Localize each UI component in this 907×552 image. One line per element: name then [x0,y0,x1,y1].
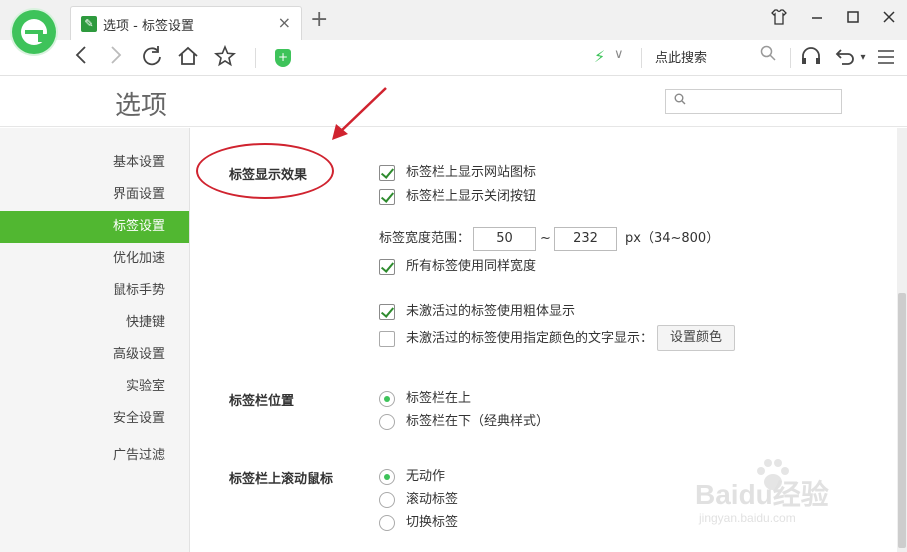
skin-icon[interactable] [768,8,790,30]
sidebar-item-lab[interactable]: 实验室 [0,371,189,403]
title-bar: ✎ 选项 - 标签设置 × + [0,0,907,40]
page-title: 选项 [115,91,168,121]
toolbar-divider [790,48,791,68]
annotation-arrow [332,87,387,140]
options-sidebar: 基本设置 界面设置 标签设置 优化加速 鼠标手势 快捷键 高级设置 实验室 安全… [0,128,190,552]
inactive-bold-checkbox[interactable] [379,304,395,320]
options-search-input[interactable] [665,89,842,114]
content-scrollbar[interactable] [897,128,907,552]
back-icon[interactable] [68,45,94,71]
sidebar-item-interface[interactable]: 界面设置 [0,179,189,211]
nav-toolbar: + ⚡ ∨ 点此搜索 ▾ [0,40,907,76]
options-header: 选项 [0,77,907,127]
toolbar-divider [641,48,642,68]
lightning-icon[interactable]: ⚡ [594,47,605,66]
home-icon[interactable] [175,45,201,71]
scrollbar-thumb[interactable] [898,293,906,548]
browser-logo[interactable] [12,10,56,54]
forward-icon[interactable] [103,45,129,71]
favorite-star-icon[interactable] [212,44,238,71]
search-icon [674,93,686,108]
sidebar-item-shortcuts[interactable]: 快捷键 [0,307,189,339]
new-tab-button[interactable]: + [310,9,328,31]
sidebar-item-optimize[interactable]: 优化加速 [0,243,189,275]
same-width-checkbox[interactable] [379,259,395,275]
scroll-none-radio[interactable] [379,469,395,485]
set-color-button[interactable]: 设置颜色 [657,325,736,351]
watermark-text: Baidu经验 [695,479,829,510]
maximize-button[interactable] [842,8,864,30]
section-title-position: 标签栏位置 [229,394,295,409]
tab-width-min-input[interactable]: 50 [473,227,536,251]
switch-tabs-radio[interactable] [379,515,395,531]
section-title-scroll: 标签栏上滚动鼠标 [229,472,334,487]
tab-close-button[interactable]: × [278,13,291,32]
security-shield-icon[interactable]: + [275,49,291,67]
chevron-down-icon[interactable]: ∨ [614,47,624,62]
sidebar-item-advanced[interactable]: 高级设置 [0,339,189,371]
position-bottom-radio[interactable] [379,414,395,430]
browser-tab[interactable]: ✎ 选项 - 标签设置 × [70,6,302,40]
toolbar-divider [255,48,256,68]
close-window-button[interactable] [878,8,900,30]
sidebar-item-tabs[interactable]: 标签设置 [0,211,189,243]
sidebar-item-gestures[interactable]: 鼠标手势 [0,275,189,307]
annotation-ellipse [196,143,334,199]
sidebar-item-security[interactable]: 安全设置 [0,403,189,435]
sidebar-item-adblock[interactable]: 广告过滤 [0,440,189,472]
show-favicon-checkbox[interactable] [379,165,395,181]
baidu-watermark: Baidu经验 jingyan.baidu.com [695,455,865,535]
wrench-icon: ✎ [81,16,97,32]
minimize-button[interactable] [806,8,828,30]
tab-title: 选项 - 标签设置 [103,19,194,34]
search-input[interactable]: 点此搜索 [655,47,707,66]
sidebar-item-basic[interactable]: 基本设置 [0,147,189,179]
menu-icon[interactable] [873,45,899,71]
tab-width-label: 标签宽度范围： [379,231,471,246]
show-close-checkbox[interactable] [379,189,395,205]
refresh-icon[interactable] [139,45,165,71]
inactive-color-checkbox[interactable] [379,331,395,347]
range-separator: ~ [540,231,551,246]
tab-width-unit: px（34~800） [625,231,720,246]
scroll-tabs-radio[interactable] [379,492,395,508]
watermark-url: jingyan.baidu.com [699,511,796,525]
headphone-icon[interactable] [798,45,824,71]
search-icon[interactable] [760,45,776,65]
position-top-radio[interactable] [379,391,395,407]
tab-width-max-input[interactable]: 232 [554,227,617,251]
